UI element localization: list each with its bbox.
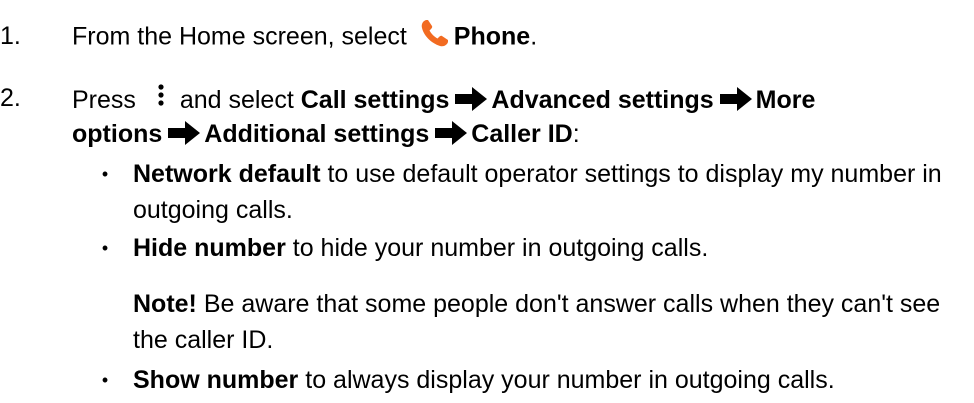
bullet-1-text: Network default to use default operator … [133,156,973,228]
bullet-2-desc: to hide your number in outgoing calls. [285,234,709,262]
right-arrow-icon [168,119,201,155]
bullet-2-text: Hide number to hide your number in outgo… [133,230,973,266]
bullet-2-term: Hide number [133,234,286,262]
path-additional-settings: Additional settings [204,120,430,148]
path-call-settings: Call settings [300,86,450,114]
right-arrow-icon [719,85,752,121]
step-2-number: 2. [0,84,21,112]
step-2-pre-text: Press [72,86,136,114]
step-2-post-text: : [572,120,580,148]
bullet-3-text: Show number to always display your numbe… [133,362,973,398]
step-1-pre-text: From the Home screen, select [72,22,407,51]
step-2-line-2: options Additional settings Caller ID: [72,116,580,155]
step-1-phone-label: Phone [453,22,531,51]
note-text: Be aware that some people don't answer c… [133,290,941,354]
phone-icon [420,18,450,58]
path-caller-id: Caller ID [471,120,573,148]
more-vertical-icon [157,80,165,116]
path-advanced-settings: Advanced settings [491,86,714,114]
bullet-dot: • [101,164,109,184]
step-1-text: From the Home screen, select Phone. [72,18,537,58]
note: Note! Be aware that some people don't an… [133,286,973,358]
note-label: Note! [133,290,197,318]
right-arrow-icon [435,119,468,155]
bullet-1-term: Network default [133,160,321,188]
path-more-options-cont: options [72,120,163,148]
bullet-dot: • [101,238,109,258]
path-more-options: More [755,86,816,114]
bullet-3-desc: to always display your number in outgoin… [298,366,835,394]
step-2-mid-text: and select [179,86,294,114]
step-1-number: 1. [0,22,21,50]
bullet-3-term: Show number [133,366,299,394]
step-2-line-1: Press and select Call settings Advanced s… [72,80,815,121]
step-1-post-text: . [530,22,538,51]
bullet-dot: • [101,370,109,390]
